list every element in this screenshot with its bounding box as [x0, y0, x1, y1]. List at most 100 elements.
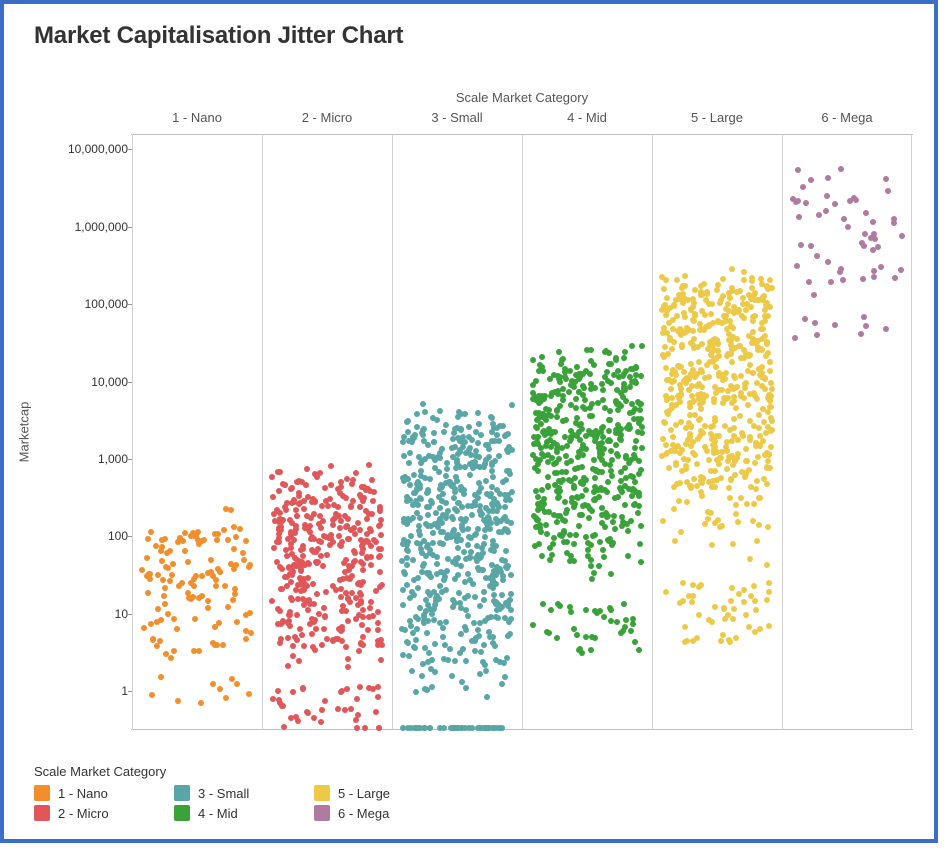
- data-point[interactable]: [304, 466, 310, 472]
- data-point[interactable]: [488, 414, 494, 420]
- data-point[interactable]: [688, 361, 694, 367]
- data-point[interactable]: [491, 496, 497, 502]
- data-point[interactable]: [752, 598, 758, 604]
- data-point[interactable]: [602, 374, 608, 380]
- data-point[interactable]: [863, 323, 869, 329]
- data-point[interactable]: [476, 489, 482, 495]
- data-point[interactable]: [477, 603, 483, 609]
- data-point[interactable]: [725, 388, 731, 394]
- data-point[interactable]: [233, 534, 239, 540]
- data-point[interactable]: [629, 401, 635, 407]
- data-point[interactable]: [490, 474, 496, 480]
- data-point[interactable]: [462, 624, 468, 630]
- data-point[interactable]: [717, 455, 723, 461]
- data-point[interactable]: [633, 489, 639, 495]
- data-point[interactable]: [283, 507, 289, 513]
- data-point[interactable]: [478, 554, 484, 560]
- data-point[interactable]: [192, 616, 198, 622]
- data-point[interactable]: [354, 696, 360, 702]
- data-point[interactable]: [158, 674, 164, 680]
- data-point[interactable]: [295, 718, 301, 724]
- data-point[interactable]: [566, 389, 572, 395]
- data-point[interactable]: [672, 538, 678, 544]
- data-point[interactable]: [543, 522, 549, 528]
- data-point[interactable]: [429, 611, 435, 617]
- data-point[interactable]: [885, 188, 891, 194]
- data-point[interactable]: [751, 583, 757, 589]
- data-point[interactable]: [544, 629, 550, 635]
- data-point[interactable]: [711, 399, 717, 405]
- data-point[interactable]: [494, 607, 500, 613]
- data-point[interactable]: [475, 725, 481, 731]
- data-point[interactable]: [415, 585, 421, 591]
- data-point[interactable]: [473, 531, 479, 537]
- data-point[interactable]: [345, 656, 351, 662]
- data-point[interactable]: [588, 347, 594, 353]
- data-point[interactable]: [840, 277, 846, 283]
- data-point[interactable]: [583, 634, 589, 640]
- data-point[interactable]: [290, 653, 296, 659]
- data-point[interactable]: [709, 484, 715, 490]
- data-point[interactable]: [368, 562, 374, 568]
- data-point[interactable]: [766, 580, 772, 586]
- data-point[interactable]: [270, 696, 276, 702]
- data-point[interactable]: [320, 563, 326, 569]
- data-point[interactable]: [673, 422, 679, 428]
- data-point[interactable]: [409, 589, 415, 595]
- data-point[interactable]: [491, 592, 497, 598]
- data-point[interactable]: [623, 617, 629, 623]
- data-point[interactable]: [377, 569, 383, 575]
- data-point[interactable]: [555, 495, 561, 501]
- data-point[interactable]: [496, 438, 502, 444]
- data-point[interactable]: [279, 566, 285, 572]
- data-point[interactable]: [316, 611, 322, 617]
- data-point[interactable]: [692, 412, 698, 418]
- data-point[interactable]: [311, 619, 317, 625]
- data-point[interactable]: [710, 342, 716, 348]
- data-point[interactable]: [294, 612, 300, 618]
- data-point[interactable]: [664, 295, 670, 301]
- data-point[interactable]: [271, 545, 277, 551]
- data-point[interactable]: [536, 393, 542, 399]
- data-point[interactable]: [367, 605, 373, 611]
- data-point[interactable]: [609, 457, 615, 463]
- data-point[interactable]: [583, 487, 589, 493]
- data-point[interactable]: [308, 515, 314, 521]
- data-point[interactable]: [360, 642, 366, 648]
- data-point[interactable]: [592, 635, 598, 641]
- data-point[interactable]: [638, 416, 644, 422]
- data-point[interactable]: [400, 587, 406, 593]
- data-point[interactable]: [738, 390, 744, 396]
- data-point[interactable]: [323, 589, 329, 595]
- data-point[interactable]: [545, 412, 551, 418]
- data-point[interactable]: [530, 382, 536, 388]
- data-point[interactable]: [592, 475, 598, 481]
- data-point[interactable]: [465, 593, 471, 599]
- data-point[interactable]: [457, 600, 463, 606]
- data-point[interactable]: [554, 470, 560, 476]
- data-point[interactable]: [608, 448, 614, 454]
- data-point[interactable]: [440, 625, 446, 631]
- data-point[interactable]: [357, 684, 363, 690]
- data-point[interactable]: [375, 694, 381, 700]
- data-point[interactable]: [861, 243, 867, 249]
- data-point[interactable]: [354, 725, 360, 731]
- data-point[interactable]: [754, 478, 760, 484]
- data-point[interactable]: [502, 504, 508, 510]
- data-point[interactable]: [610, 519, 616, 525]
- data-point[interactable]: [358, 537, 364, 543]
- data-point[interactable]: [431, 439, 437, 445]
- data-point[interactable]: [596, 563, 602, 569]
- data-point[interactable]: [295, 582, 301, 588]
- data-point[interactable]: [314, 591, 320, 597]
- data-point[interactable]: [463, 685, 469, 691]
- data-point[interactable]: [627, 425, 633, 431]
- data-point[interactable]: [698, 406, 704, 412]
- data-point[interactable]: [443, 500, 449, 506]
- data-point[interactable]: [320, 518, 326, 524]
- data-point[interactable]: [664, 308, 670, 314]
- data-point[interactable]: [899, 233, 905, 239]
- data-point[interactable]: [533, 410, 539, 416]
- data-point[interactable]: [438, 482, 444, 488]
- data-point[interactable]: [620, 394, 626, 400]
